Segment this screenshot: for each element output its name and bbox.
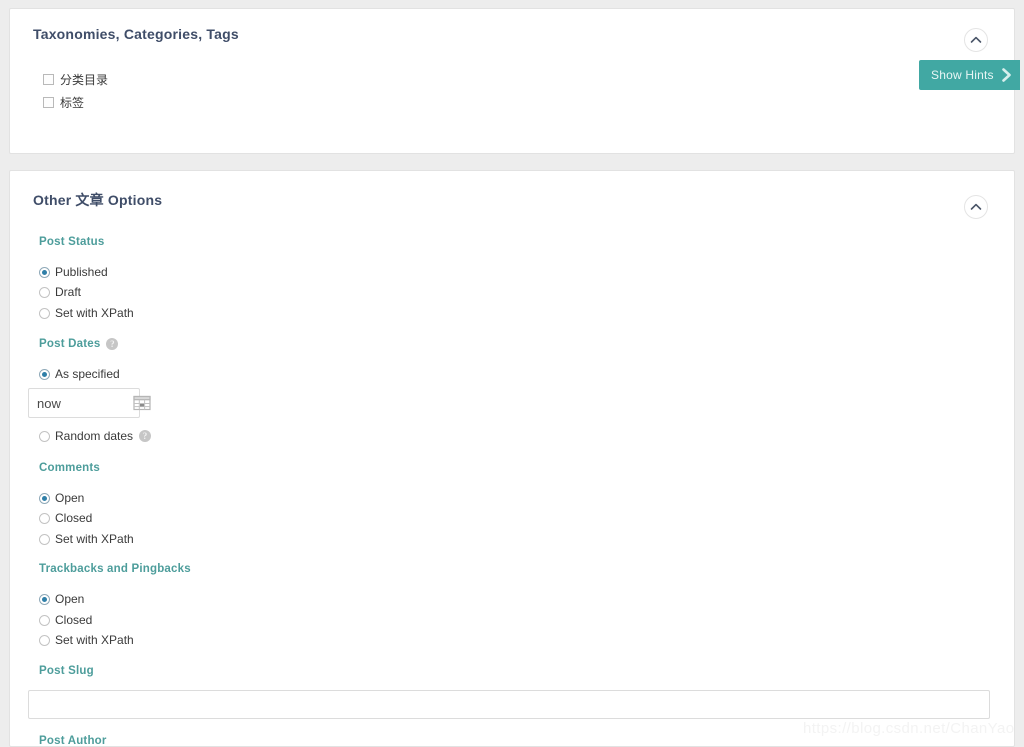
- taxonomies-panel-title: Taxonomies, Categories, Tags: [33, 26, 239, 42]
- section-label-post-author: Post Author: [39, 735, 107, 747]
- radio-label-trackbacks-closed: Closed: [55, 613, 93, 627]
- radio-label-comments-closed: Closed: [55, 511, 93, 525]
- show-hints-label: Show Hints: [931, 68, 994, 82]
- radio-dates-random[interactable]: [39, 430, 50, 442]
- radio-row-status-xpath[interactable]: Set with XPath: [39, 306, 134, 320]
- taxonomies-panel: Taxonomies, Categories, Tags 分类目录 标签: [9, 8, 1015, 154]
- radio-comments-open[interactable]: [39, 492, 50, 504]
- radio-status-xpath[interactable]: [39, 307, 50, 319]
- radio-status-published[interactable]: [39, 266, 50, 278]
- radio-label-dates-as-specified: As specified: [55, 367, 120, 381]
- section-label-post-dates: Post Dates ?: [39, 338, 119, 350]
- radio-label-dates-random: Random dates: [55, 429, 134, 443]
- section-label-trackbacks: Trackbacks and Pingbacks: [39, 563, 191, 575]
- radio-dates-as-specified[interactable]: [39, 368, 50, 380]
- radio-comments-xpath[interactable]: [39, 533, 50, 545]
- checkbox-categories[interactable]: [43, 74, 54, 85]
- radio-label-comments-xpath: Set with XPath: [55, 532, 134, 546]
- checkbox-row-tags[interactable]: 标签: [43, 94, 84, 111]
- radio-row-comments-xpath[interactable]: Set with XPath: [39, 532, 134, 546]
- radio-status-draft[interactable]: [39, 286, 50, 298]
- radio-row-trackbacks-open[interactable]: Open: [39, 592, 84, 606]
- radio-trackbacks-open[interactable]: [39, 593, 50, 605]
- post-slug-input[interactable]: [28, 690, 990, 719]
- radio-row-trackbacks-closed[interactable]: Closed: [39, 613, 92, 627]
- chevron-right-icon: [1000, 66, 1014, 84]
- radio-row-status-published[interactable]: Published: [39, 265, 108, 279]
- section-label-post-slug: Post Slug: [39, 665, 94, 677]
- other-post-options-panel-title: Other 文章 Options: [33, 192, 163, 208]
- radio-row-dates-random[interactable]: Random dates ?: [39, 429, 152, 443]
- radio-label-trackbacks-xpath: Set with XPath: [55, 633, 134, 647]
- radio-row-trackbacks-xpath[interactable]: Set with XPath: [39, 633, 134, 647]
- radio-row-dates-as-specified[interactable]: As specified: [39, 367, 120, 381]
- radio-label-status-xpath: Set with XPath: [55, 306, 134, 320]
- radio-trackbacks-closed[interactable]: [39, 614, 50, 626]
- section-label-comments-text: Comments: [39, 462, 101, 474]
- help-icon-post-dates[interactable]: ?: [106, 338, 119, 350]
- checkbox-label-tags: 标签: [60, 96, 85, 110]
- radio-label-comments-open: Open: [55, 491, 85, 505]
- radio-label-status-draft: Draft: [55, 285, 82, 299]
- radio-label-status-published: Published: [55, 265, 108, 279]
- section-label-post-dates-text: Post Dates: [39, 338, 101, 350]
- calendar-icon[interactable]: [133, 394, 151, 411]
- help-icon-random-dates[interactable]: ?: [139, 430, 152, 442]
- other-post-options-panel: Other 文章 Options Post Status Published D…: [9, 170, 1015, 747]
- radio-row-status-draft[interactable]: Draft: [39, 285, 81, 299]
- section-label-post-slug-text: Post Slug: [39, 665, 94, 677]
- checkbox-row-categories[interactable]: 分类目录: [43, 71, 108, 88]
- post-date-input[interactable]: [28, 388, 140, 418]
- checkbox-label-categories: 分类目录: [60, 73, 109, 87]
- section-label-post-status: Post Status: [39, 236, 104, 248]
- show-hints-button[interactable]: Show Hints: [919, 60, 1020, 90]
- radio-trackbacks-xpath[interactable]: [39, 634, 50, 646]
- other-post-options-collapse-toggle[interactable]: [964, 195, 988, 219]
- radio-row-comments-open[interactable]: Open: [39, 491, 84, 505]
- section-label-comments: Comments: [39, 462, 100, 474]
- section-label-post-status-text: Post Status: [39, 236, 105, 248]
- radio-row-comments-closed[interactable]: Closed: [39, 511, 92, 525]
- section-label-post-author-text: Post Author: [39, 735, 107, 747]
- checkbox-tags[interactable]: [43, 97, 54, 108]
- radio-label-trackbacks-open: Open: [55, 592, 85, 606]
- taxonomies-collapse-toggle[interactable]: [964, 28, 988, 52]
- section-label-trackbacks-text: Trackbacks and Pingbacks: [39, 563, 191, 575]
- radio-comments-closed[interactable]: [39, 512, 50, 524]
